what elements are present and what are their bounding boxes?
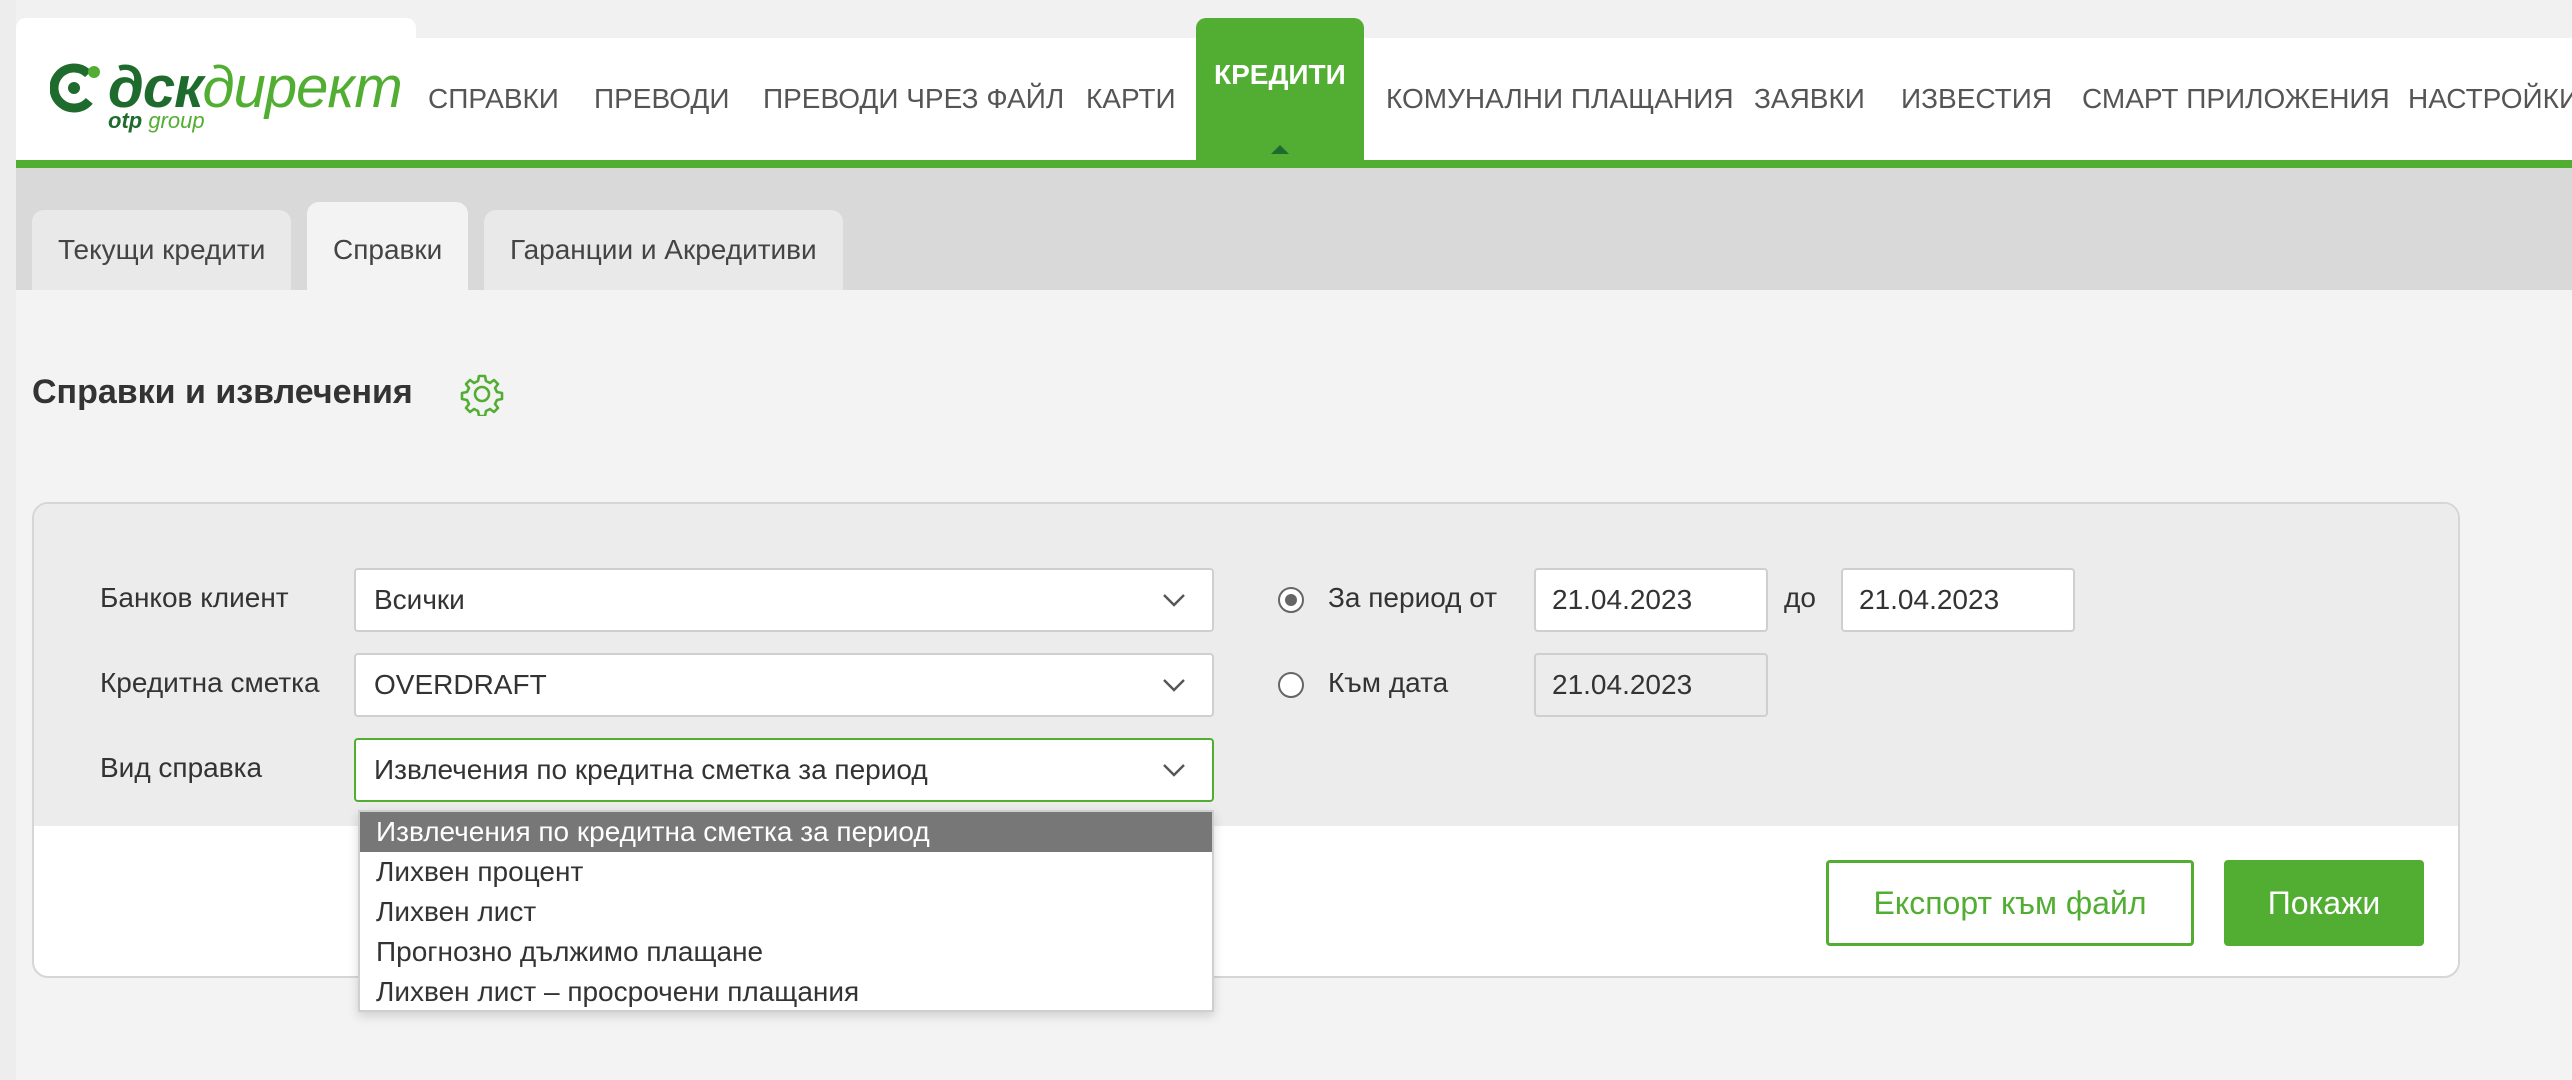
report-type-dropdown-list: Извлечения по кредитна сметка за период … (358, 810, 1214, 1012)
logo-sub-bold: otp (108, 108, 143, 133)
chevron-down-icon (1163, 679, 1185, 692)
subtab-spravki[interactable]: Справки (307, 202, 469, 290)
as-of-date-radio[interactable] (1278, 672, 1304, 698)
nav-item-krediti[interactable]: КРЕДИТИ (1196, 18, 1364, 160)
period-to-input[interactable]: 21.04.2023 (1841, 568, 2075, 632)
account-label: Кредитна сметка (100, 667, 320, 698)
period-from-input[interactable]: 21.04.2023 (1534, 568, 1768, 632)
subtab-guarantees[interactable]: Гаранции и Акредитиви (484, 210, 843, 290)
nav-item-karti[interactable]: КАРТИ (1086, 38, 1176, 160)
nav-item-zayavki[interactable]: ЗАЯВКИ (1754, 38, 1865, 160)
page-title: Справки и извлечения (32, 373, 413, 411)
logo-word-part2: директ (202, 55, 403, 120)
dsk-logo-mark-icon (50, 63, 100, 113)
gear-icon[interactable] (460, 372, 504, 416)
header-accent-line (16, 160, 2572, 168)
nav-item-nastroyki[interactable]: НАСТРОЙКИ (2408, 38, 2572, 160)
dropdown-option[interactable]: Лихвен процент (360, 852, 1212, 892)
left-edge (0, 0, 16, 1080)
nav-item-krediti-label: КРЕДИТИ (1214, 59, 1346, 90)
nav-item-prevodi-file[interactable]: ПРЕВОДИ ЧРЕЗ ФАЙЛ (763, 38, 1064, 160)
dropdown-option[interactable]: Прогнозно дължимо плащане (360, 932, 1212, 972)
logo-subtitle: otp group (108, 108, 205, 134)
as-of-date-input[interactable]: 21.04.2023 (1534, 653, 1768, 717)
chevron-down-icon (1163, 764, 1185, 777)
account-select-value: OVERDRAFT (374, 669, 547, 700)
nav-item-izvestiya[interactable]: ИЗВЕСТИЯ (1901, 38, 2052, 160)
period-to-label: до (1784, 582, 1816, 613)
active-caret-icon (1270, 145, 1289, 154)
subtab-current-credits[interactable]: Текущи кредити (32, 210, 292, 290)
export-to-file-button[interactable]: Експорт към файл (1826, 860, 2194, 946)
report-type-select-value: Извлечения по кредитна сметка за период (374, 754, 928, 785)
client-select[interactable]: Всички (354, 568, 1214, 632)
period-radio[interactable] (1278, 587, 1304, 613)
period-radio-label[interactable]: За период от (1328, 582, 1497, 614)
dropdown-option[interactable]: Извлечения по кредитна сметка за период (360, 812, 1212, 852)
account-select[interactable]: OVERDRAFT (354, 653, 1214, 717)
report-type-select[interactable]: Извлечения по кредитна сметка за период (354, 738, 1214, 802)
nav-item-smart[interactable]: СМАРТ ПРИЛОЖЕНИЯ (2082, 38, 2390, 160)
dropdown-option[interactable]: Лихвен лист (360, 892, 1212, 932)
logo-sub-rest: group (142, 108, 205, 133)
nav-item-komunalni[interactable]: КОМУНАЛНИ ПЛАЩАНИЯ (1386, 38, 1734, 160)
report-type-label: Вид справка (100, 752, 263, 783)
show-button[interactable]: Покажи (2224, 860, 2424, 946)
as-of-date-radio-label[interactable]: Към дата (1328, 667, 1448, 699)
chevron-down-icon (1163, 594, 1185, 607)
nav-item-spravki[interactable]: СПРАВКИ (428, 38, 559, 160)
dropdown-option[interactable]: Лихвен лист – просрочени плащания (360, 972, 1212, 1012)
client-label: Банков клиент (100, 582, 289, 613)
client-select-value: Всички (374, 584, 465, 615)
nav-item-prevodi[interactable]: ПРЕВОДИ (594, 38, 729, 160)
